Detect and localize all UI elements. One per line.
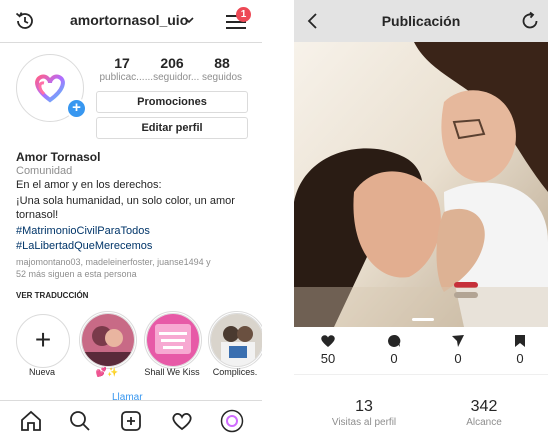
- reach-stat: 342 Alcance: [424, 398, 544, 430]
- highlight-item[interactable]: [146, 313, 200, 367]
- shares-count: 0: [454, 351, 462, 366]
- bio-line: En el amor y en los derechos:: [16, 179, 162, 191]
- new-highlight-button[interactable]: +: [16, 314, 70, 368]
- heart-icon: [321, 335, 335, 347]
- likes-metric: 50: [298, 334, 358, 366]
- posts-stat[interactable]: 17 publicac...: [94, 54, 150, 84]
- bottom-tab-bar: [0, 400, 262, 439]
- comments-count: 0: [390, 351, 398, 366]
- promotions-button[interactable]: Promociones: [96, 91, 248, 113]
- highlight-label: Nueva: [28, 367, 55, 377]
- account-username[interactable]: amortornasol_uio: [70, 12, 188, 28]
- profile-name: Amor Tornasol: [16, 150, 101, 164]
- chevron-down-icon[interactable]: [184, 16, 194, 24]
- bio-line: ¡Una sola humanidad, un solo color, un a…: [16, 195, 235, 207]
- post-photo[interactable]: [294, 42, 548, 327]
- highlight-item[interactable]: [210, 313, 262, 367]
- followed-by-text[interactable]: 52 más siguen a esta persona: [16, 268, 137, 280]
- profile-header: amortornasol_uio 1: [0, 0, 262, 43]
- followed-by-text[interactable]: majomontano03, madeleinerfoster, juanse1…: [16, 256, 211, 268]
- notification-badge: 1: [236, 7, 251, 22]
- history-icon[interactable]: [14, 10, 36, 32]
- profile-category: Comunidad: [16, 165, 73, 177]
- publication-header: Publicación: [294, 0, 548, 42]
- carousel-indicator: [412, 318, 434, 321]
- profile-visits-stat: 13 Visitas al perfil: [304, 398, 424, 430]
- followers-count: 206: [160, 55, 184, 71]
- hashtag-link[interactable]: #LaLibertadQueMerecemos: [16, 239, 152, 253]
- profile-visits-label: Visitas al perfil: [331, 417, 397, 428]
- page-title: Publicación: [381, 13, 461, 29]
- divider: [294, 374, 548, 375]
- post-image: [294, 42, 548, 327]
- comments-metric: 0: [364, 334, 424, 366]
- search-icon[interactable]: [68, 409, 92, 433]
- home-icon[interactable]: [19, 409, 43, 433]
- likes-count: 50: [320, 351, 336, 366]
- rainbow-heart-logo: [35, 74, 65, 103]
- profile-screen: amortornasol_uio 1 + 17 publicac... 206 …: [0, 0, 262, 439]
- bio-line: tornasol!: [16, 209, 59, 221]
- saves-metric: 0: [490, 334, 548, 366]
- highlight-label: Shall We Kiss: [144, 367, 200, 377]
- new-post-icon[interactable]: [119, 409, 143, 433]
- followers-label: ...seguidor...: [144, 72, 200, 83]
- saves-count: 0: [516, 351, 524, 366]
- highlight-thumbnail: [211, 314, 262, 366]
- shares-metric: 0: [428, 334, 488, 366]
- comment-icon: [388, 334, 401, 347]
- panel-gap: [262, 0, 294, 439]
- see-translation-link[interactable]: VER TRADUCCIÓN: [16, 289, 88, 303]
- add-story-icon[interactable]: +: [66, 98, 87, 119]
- profile-visits-count: 13: [355, 398, 373, 415]
- heart-icon[interactable]: [170, 409, 194, 433]
- profile-tab-avatar-icon[interactable]: [220, 409, 244, 433]
- highlight-thumbnail: [147, 314, 199, 366]
- following-count: 88: [214, 55, 230, 71]
- followers-stat[interactable]: 206 ...seguidor...: [144, 54, 200, 84]
- highlight-thumbnail: [82, 314, 134, 366]
- following-label: seguidos: [201, 72, 243, 83]
- reach-count: 342: [470, 398, 498, 415]
- publication-screen: Publicación 50 0 0 0 13 Visitas al perfi…: [294, 0, 548, 439]
- plus-icon: +: [34, 324, 52, 355]
- hashtag-link[interactable]: #MatrimonioCivilParaTodos: [16, 224, 150, 238]
- highlight-item[interactable]: [81, 313, 135, 367]
- following-stat[interactable]: 88 seguidos: [194, 54, 250, 84]
- bookmark-icon: [515, 335, 525, 347]
- posts-count: 17: [114, 55, 130, 71]
- reach-label: Alcance: [466, 417, 502, 428]
- send-icon: [452, 335, 464, 347]
- refresh-icon[interactable]: [520, 11, 540, 31]
- highlight-label: Complices.: [212, 367, 258, 377]
- highlight-label: 💕✨: [95, 367, 119, 377]
- posts-label: publicac...: [99, 72, 145, 83]
- edit-profile-button[interactable]: Editar perfil: [96, 117, 248, 139]
